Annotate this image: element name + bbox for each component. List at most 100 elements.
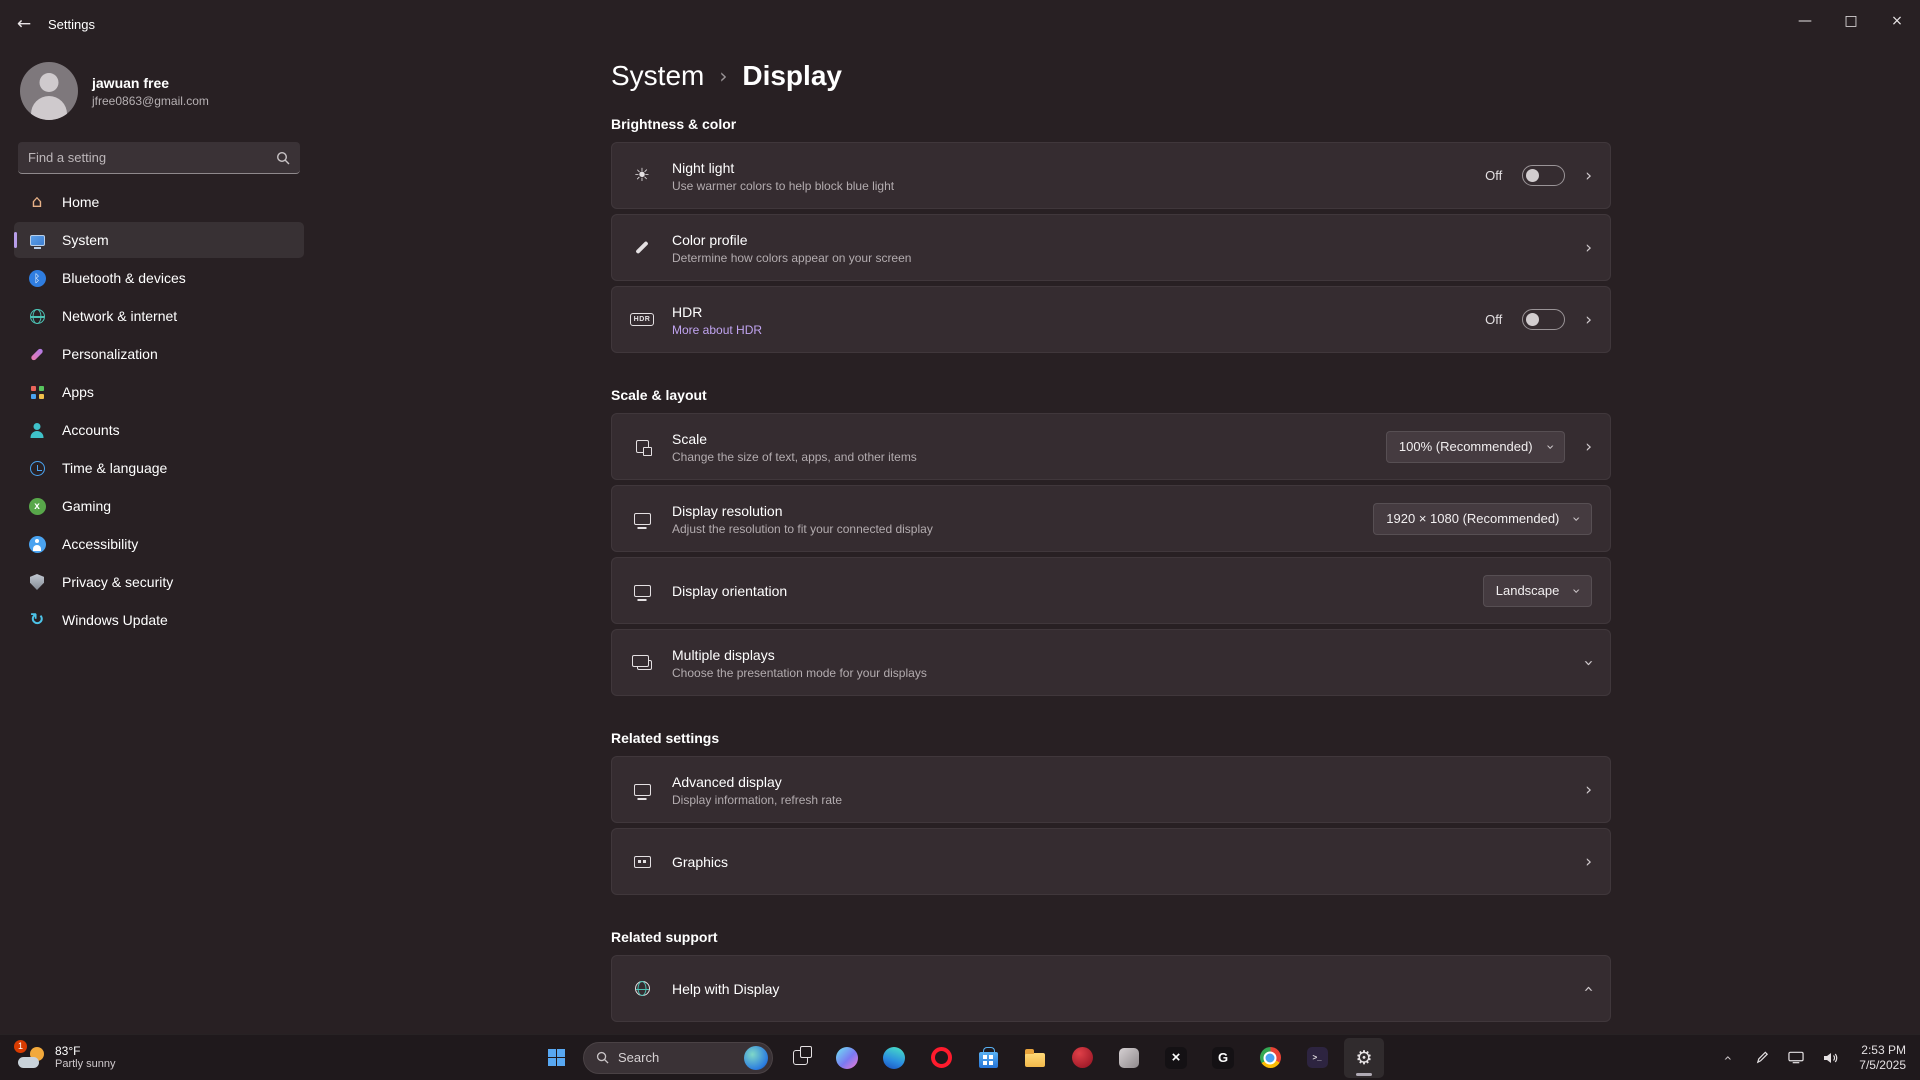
sidebar-item-bluetooth-devices[interactable]: ᛒ Bluetooth & devices	[14, 260, 304, 296]
chrome-button[interactable]	[1250, 1038, 1290, 1078]
setting-card-scale[interactable]: Scale Change the size of text, apps, and…	[611, 413, 1611, 480]
orientation-dropdown[interactable]: Landscape ›	[1483, 575, 1592, 607]
scale-dropdown[interactable]: 100% (Recommended) ›	[1386, 431, 1565, 463]
card-subtitle: Display information, refresh rate	[672, 793, 1585, 807]
section-title: Scale & layout	[611, 387, 1611, 403]
start-button[interactable]	[536, 1038, 576, 1078]
sidebar-item-label: Gaming	[62, 498, 111, 514]
hdr-toggle[interactable]	[1522, 309, 1565, 330]
file-explorer-button[interactable]	[1015, 1038, 1055, 1078]
search-highlight-icon	[744, 1046, 768, 1070]
clock[interactable]: 2:53 PM 7/5/2025	[1853, 1043, 1912, 1073]
chevron-right-icon: ›	[1585, 852, 1592, 872]
red-app-button[interactable]	[1062, 1038, 1102, 1078]
taskbar-search-label: Search	[618, 1050, 659, 1065]
sidebar-item-accessibility[interactable]: Accessibility	[14, 526, 304, 562]
dropdown-value: 100% (Recommended)	[1399, 439, 1533, 454]
card-title: Scale	[672, 430, 1386, 448]
sidebar-item-label: Windows Update	[62, 612, 168, 628]
x-app-button[interactable]: ×	[1156, 1038, 1196, 1078]
settings-search[interactable]	[18, 142, 300, 174]
sidebar-item-apps[interactable]: Apps	[14, 374, 304, 410]
sidebar-item-windows-update[interactable]: ↻ Windows Update	[14, 602, 304, 638]
terminal-icon: >_	[1307, 1047, 1328, 1068]
setting-card-multiple-displays[interactable]: Multiple displays Choose the presentatio…	[611, 629, 1611, 696]
multiple-displays-icon	[628, 656, 656, 670]
sidebar-item-system[interactable]: System	[14, 222, 304, 258]
sidebar-item-label: System	[62, 232, 109, 248]
setting-card-display-resolution[interactable]: Display resolution Adjust the resolution…	[611, 485, 1611, 552]
setting-card-graphics[interactable]: Graphics ›	[611, 828, 1611, 895]
sidebar-item-personalization[interactable]: Personalization	[14, 336, 304, 372]
update-icon: ↻	[27, 610, 47, 630]
gray-app-icon	[1119, 1048, 1139, 1068]
breadcrumb-parent[interactable]: System	[611, 60, 704, 92]
terminal-button[interactable]: >_	[1297, 1038, 1337, 1078]
settings-app-button[interactable]: ⚙	[1344, 1038, 1384, 1078]
maximize-button[interactable]: □	[1828, 0, 1874, 42]
main-content: System › Display Brightness & color ☀ Ni…	[611, 48, 1611, 1027]
color-profile-icon	[628, 240, 656, 255]
setting-card-help-with-display[interactable]: Help with Display ›	[611, 955, 1611, 1022]
brush-icon	[27, 344, 47, 364]
store-button[interactable]	[968, 1038, 1008, 1078]
sidebar-item-label: Apps	[62, 384, 94, 400]
dropdown-value: 1920 × 1080 (Recommended)	[1386, 511, 1559, 526]
sidebar-item-gaming[interactable]: x Gaming	[14, 488, 304, 524]
sidebar-item-network-internet[interactable]: Network & internet	[14, 298, 304, 334]
sidebar-item-accounts[interactable]: Accounts	[14, 412, 304, 448]
section-title: Brightness & color	[611, 116, 1611, 132]
person-icon	[27, 420, 47, 440]
close-button[interactable]: ×	[1874, 0, 1920, 42]
cast-icon[interactable]	[1785, 1043, 1807, 1073]
edge-button[interactable]	[874, 1038, 914, 1078]
task-view-button[interactable]	[780, 1038, 820, 1078]
taskbar-search[interactable]: Search	[583, 1042, 773, 1074]
copilot-button[interactable]	[827, 1038, 867, 1078]
weather-widget[interactable]: 1 83°F Partly sunny	[10, 1035, 124, 1080]
minimize-button[interactable]: —	[1782, 0, 1828, 42]
toggle-state-label: Off	[1485, 312, 1502, 327]
sidebar-item-time-language[interactable]: Time & language	[14, 450, 304, 486]
setting-card-display-orientation[interactable]: Display orientation Landscape ›	[611, 557, 1611, 624]
chevron-down-icon: ›	[1568, 588, 1584, 594]
running-indicator	[1356, 1073, 1372, 1076]
sidebar-item-label: Home	[62, 194, 99, 210]
apps-grid-icon	[27, 382, 47, 402]
chevron-right-icon: ›	[1585, 437, 1592, 457]
night-light-toggle[interactable]	[1522, 165, 1565, 186]
gear-icon: ⚙	[1355, 1047, 1372, 1069]
page-title: Display	[742, 60, 842, 92]
hidden-icons-chevron[interactable]: ›	[1713, 1047, 1743, 1069]
more-about-hdr-link[interactable]: More about HDR	[672, 323, 1485, 337]
dropdown-value: Landscape	[1496, 583, 1560, 598]
sidebar-item-label: Personalization	[62, 346, 158, 362]
g-app-icon: G	[1212, 1047, 1234, 1069]
volume-icon[interactable]	[1819, 1043, 1841, 1073]
setting-card-advanced-display[interactable]: Advanced display Display information, re…	[611, 756, 1611, 823]
sidebar-item-privacy-security[interactable]: Privacy & security	[14, 564, 304, 600]
task-view-icon	[793, 1050, 808, 1065]
search-input[interactable]	[28, 150, 276, 165]
sidebar-item-home[interactable]: ⌂ Home	[14, 184, 304, 220]
setting-card-hdr[interactable]: HDR HDR More about HDR Off ›	[611, 286, 1611, 353]
avatar	[20, 62, 78, 120]
card-title: Graphics	[672, 853, 1585, 871]
setting-card-color-profile[interactable]: Color profile Determine how colors appea…	[611, 214, 1611, 281]
tray-time: 2:53 PM	[1859, 1043, 1906, 1058]
card-subtitle: Use warmer colors to help block blue lig…	[672, 179, 1485, 193]
setting-card-night-light[interactable]: ☀ Night light Use warmer colors to help …	[611, 142, 1611, 209]
gray-app-button[interactable]	[1109, 1038, 1149, 1078]
user-email: jfree0863@gmail.com	[92, 94, 209, 108]
g-app-button[interactable]: G	[1203, 1038, 1243, 1078]
user-profile[interactable]: jawuan free jfree0863@gmail.com	[0, 48, 318, 130]
card-title: Multiple displays	[672, 646, 1585, 664]
resolution-dropdown[interactable]: 1920 × 1080 (Recommended) ›	[1373, 503, 1592, 535]
back-button[interactable]: ←	[0, 0, 48, 48]
chevron-right-icon: ›	[1585, 166, 1592, 186]
opera-button[interactable]	[921, 1038, 961, 1078]
sidebar-item-label: Accounts	[62, 422, 120, 438]
accessibility-icon	[27, 534, 47, 554]
pen-icon[interactable]	[1751, 1043, 1773, 1073]
system-tray: › 2:53 PM 7/5/2025	[1717, 1035, 1912, 1080]
